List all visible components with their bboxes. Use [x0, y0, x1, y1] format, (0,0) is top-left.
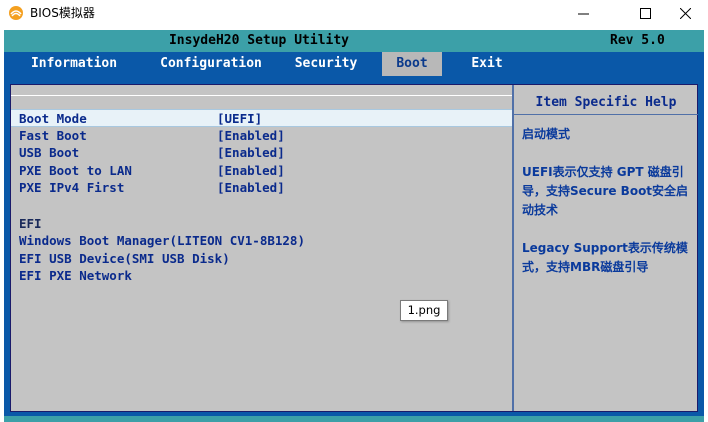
app-logo-icon	[9, 6, 23, 20]
setting-usb-boot[interactable]: USB Boot [Enabled]	[11, 144, 512, 162]
panel-divider	[512, 85, 514, 411]
boot-entry-windows-boot-manager[interactable]: Windows Boot Manager(LITEON CV1-8B128)	[11, 232, 512, 250]
help-paragraph: Legacy Support表示传统模式，支持MBR磁盘引导	[522, 241, 688, 274]
bios-header: InsydeH20 Setup Utility Rev 5.0	[4, 30, 704, 52]
boot-entry-efi-pxe-network[interactable]: EFI PXE Network	[11, 267, 512, 285]
bios-title: InsydeH20 Setup Utility	[168, 33, 349, 48]
bios-bottom-bar	[4, 416, 704, 422]
setting-label: Boot Mode	[19, 111, 87, 126]
setting-value: [Enabled]	[217, 180, 285, 196]
setting-label: PXE IPv4 First	[19, 180, 125, 196]
setting-value: [Enabled]	[217, 145, 285, 161]
maximize-icon	[639, 7, 651, 19]
close-button[interactable]	[662, 0, 708, 26]
help-paragraph: 启动模式	[522, 127, 571, 141]
setting-pxe-boot-to-lan[interactable]: PXE Boot to LAN [Enabled]	[11, 162, 512, 180]
tab-boot[interactable]: Boot	[382, 52, 442, 76]
tab-configuration[interactable]: Configuration	[144, 52, 278, 76]
setting-label: Fast Boot	[19, 127, 87, 143]
filename-tooltip: 1.png	[400, 300, 448, 321]
boot-entry-efi-usb-device[interactable]: EFI USB Device(SMI USB Disk)	[11, 250, 512, 268]
window-titlebar: BIOS模拟器	[0, 0, 708, 26]
efi-group-label: EFI	[19, 215, 42, 231]
minimize-button[interactable]	[560, 0, 606, 26]
tab-security[interactable]: Security	[282, 52, 370, 76]
bios-screen: InsydeH20 Setup Utility Rev 5.0 Informat…	[4, 30, 704, 422]
help-panel-text: 启动模式 UEFI表示仅支持 GPT 磁盘引导，支持Secure Boot安全启…	[522, 125, 694, 296]
help-panel-title: Item Specific Help	[514, 85, 698, 115]
tab-exit[interactable]: Exit	[458, 52, 516, 76]
bios-tab-bar: Information Configuration Security Boot …	[4, 52, 704, 76]
window-title: BIOS模拟器	[30, 6, 95, 20]
setting-value: [Enabled]	[217, 127, 285, 143]
setting-label: PXE Boot to LAN	[19, 162, 132, 178]
setting-label: USB Boot	[19, 145, 80, 161]
minimize-icon	[577, 13, 589, 14]
setting-value: [Enabled]	[217, 162, 285, 178]
setting-fast-boot[interactable]: Fast Boot [Enabled]	[11, 127, 512, 145]
setting-value: [UEFI]	[217, 111, 263, 126]
setting-boot-mode[interactable]: Boot Mode [UEFI]	[11, 109, 512, 127]
bios-revision: Rev 5.0	[610, 33, 665, 48]
close-icon	[679, 7, 691, 19]
main-panel-top-border	[11, 95, 512, 96]
bios-content-panel: Boot Mode [UEFI] Fast Boot [Enabled] USB…	[10, 84, 698, 412]
tab-information[interactable]: Information	[14, 52, 134, 76]
boot-settings-list: Boot Mode [UEFI] Fast Boot [Enabled] USB…	[11, 109, 512, 285]
help-paragraph: UEFI表示仅支持 GPT 磁盘引导，支持Secure Boot安全启动技术	[522, 165, 689, 217]
setting-pxe-ipv4-first[interactable]: PXE IPv4 First [Enabled]	[11, 179, 512, 197]
